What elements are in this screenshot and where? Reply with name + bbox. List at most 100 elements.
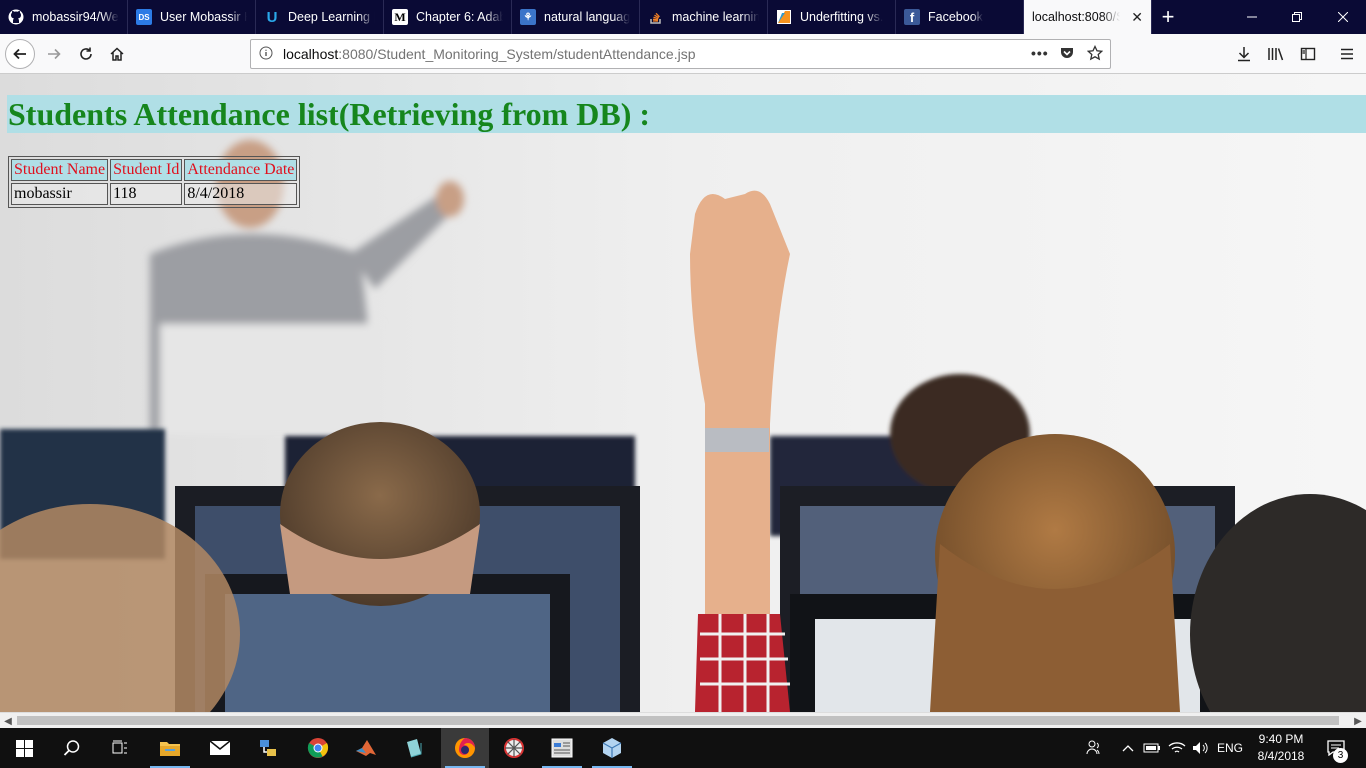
taskbar-app-gear[interactable]: [490, 728, 538, 768]
wifi-icon: [1168, 742, 1186, 753]
tab-datascience[interactable]: DS User Mobassir H: [128, 0, 256, 34]
facebook-icon: f: [904, 9, 920, 25]
url-bar[interactable]: localhost:8080/Student_Monitoring_System…: [250, 39, 1111, 69]
taskbar-window-app[interactable]: [538, 728, 586, 768]
forward-button[interactable]: [38, 38, 70, 70]
table-row: mobassir 118 8/4/2018: [11, 183, 298, 205]
scroll-right-icon[interactable]: ▶: [1350, 713, 1366, 729]
taskbar-network-app[interactable]: [244, 728, 292, 768]
page-actions-icon[interactable]: •••: [1031, 45, 1049, 61]
tab-title: mobassir94/Wel: [32, 10, 119, 24]
tab-github[interactable]: mobassir94/Wel: [0, 0, 128, 34]
library-button[interactable]: [1260, 38, 1292, 70]
sidebar-icon: [1300, 47, 1316, 61]
volume-button[interactable]: [1190, 728, 1212, 768]
reload-icon: [80, 47, 92, 60]
battery-button[interactable]: [1142, 728, 1162, 768]
tab-title: Deep Learning |: [288, 10, 375, 24]
close-tab-icon[interactable]: ✕: [1131, 9, 1143, 26]
url-host: localhost: [283, 46, 339, 62]
taskbar-firefox[interactable]: [441, 728, 489, 768]
home-icon: [110, 47, 124, 61]
network-app-icon: [260, 740, 276, 756]
cell-student-name: mobassir: [11, 183, 109, 205]
scroll-left-icon[interactable]: ◀: [0, 713, 16, 729]
taskbar-virtualbox[interactable]: [588, 728, 636, 768]
show-hidden-icons-button[interactable]: [1118, 728, 1138, 768]
taskbar-mail[interactable]: [196, 728, 244, 768]
battery-icon: [1143, 743, 1160, 753]
taskbar-app-cube[interactable]: [390, 728, 438, 768]
site-info-icon[interactable]: [259, 46, 283, 63]
tab-sklearn[interactable]: Underfitting vs.: [768, 0, 896, 34]
clock-time: 9:40 PM: [1258, 732, 1304, 746]
tab-facebook[interactable]: f Facebook: [896, 0, 1024, 34]
restore-button[interactable]: [1274, 0, 1320, 34]
start-button[interactable]: [0, 728, 48, 768]
tab-medium[interactable]: M Chapter 6: Adab: [384, 0, 512, 34]
tab-stackoverflow[interactable]: machine learnin: [640, 0, 768, 34]
taskbar-file-explorer[interactable]: [146, 728, 194, 768]
page-viewport: Students Attendance list(Retrieving from…: [0, 74, 1366, 712]
new-tab-button[interactable]: +: [1152, 0, 1184, 34]
matlab-icon: [356, 740, 376, 756]
medium-icon: M: [392, 9, 408, 25]
column-header-attendance-date: Attendance Date: [184, 159, 298, 181]
bookmark-star-icon[interactable]: [1086, 44, 1104, 64]
datascience-icon: DS: [136, 9, 152, 25]
download-icon: [1238, 47, 1250, 62]
firefox-icon: [455, 738, 475, 758]
downloads-button[interactable]: [1228, 38, 1260, 70]
navigation-toolbar: localhost:8080/Student_Monitoring_System…: [0, 34, 1366, 74]
github-icon: [8, 9, 24, 25]
windows-logo-icon: [15, 739, 33, 757]
scrollbar-thumb[interactable]: [17, 716, 1339, 725]
pocket-icon[interactable]: [1059, 45, 1075, 64]
minimize-button[interactable]: [1229, 0, 1275, 34]
chrome-icon: [307, 738, 329, 758]
taskbar-chrome[interactable]: [294, 728, 342, 768]
forward-arrow-icon: [48, 48, 61, 60]
library-icon: [1268, 48, 1284, 61]
column-header-student-id: Student Id: [110, 159, 183, 181]
table-header-row: Student Name Student Id Attendance Date: [11, 159, 298, 181]
home-button[interactable]: [101, 38, 133, 70]
people-icon: [1086, 740, 1100, 755]
cell-attendance-date: 8/4/2018: [184, 183, 298, 205]
hamburger-menu-icon: [1341, 48, 1353, 60]
udemy-icon: U: [266, 8, 278, 26]
volume-icon: [1193, 742, 1208, 754]
notification-count-badge: 3: [1333, 748, 1348, 763]
system-clock[interactable]: 9:40 PM 8/4/2018: [1250, 731, 1312, 765]
windows-taskbar: ENG 9:40 PM 8/4/2018: [0, 728, 1366, 768]
tab-title: machine learnin: [672, 10, 759, 24]
menu-button[interactable]: [1331, 38, 1363, 70]
sidebar-button[interactable]: [1292, 38, 1324, 70]
tab-stackexchange[interactable]: ⚘ natural languag: [512, 0, 640, 34]
tab-title: natural languag: [544, 10, 631, 24]
taskbar-matlab[interactable]: [342, 728, 390, 768]
search-button[interactable]: [48, 728, 96, 768]
attendance-table: Student Name Student Id Attendance Date …: [8, 156, 301, 208]
close-window-button[interactable]: [1320, 0, 1366, 34]
search-icon: [63, 740, 80, 756]
wifi-button[interactable]: [1166, 728, 1188, 768]
back-button[interactable]: [4, 38, 36, 70]
reload-button[interactable]: [70, 38, 102, 70]
file-explorer-icon: [160, 742, 180, 756]
tab-localhost[interactable]: localhost:8080/St ✕: [1024, 0, 1152, 34]
tab-title: Chapter 6: Adab: [416, 10, 503, 24]
language-indicator[interactable]: ENG: [1212, 728, 1248, 768]
stackoverflow-icon: [648, 9, 664, 25]
gear-app-icon: [504, 738, 524, 758]
minimize-icon: [1247, 16, 1257, 18]
task-view-button[interactable]: [96, 728, 144, 768]
people-button[interactable]: [1080, 728, 1108, 768]
back-arrow-icon: [5, 39, 35, 69]
clock-date: 8/4/2018: [1257, 749, 1305, 763]
tab-udemy[interactable]: U Deep Learning |: [256, 0, 384, 34]
horizontal-scrollbar[interactable]: ◀ ▶: [0, 712, 1366, 728]
mail-icon: [209, 740, 231, 755]
tab-strip: mobassir94/Wel DS User Mobassir H U Deep…: [0, 0, 1366, 34]
sklearn-icon: [776, 9, 792, 25]
